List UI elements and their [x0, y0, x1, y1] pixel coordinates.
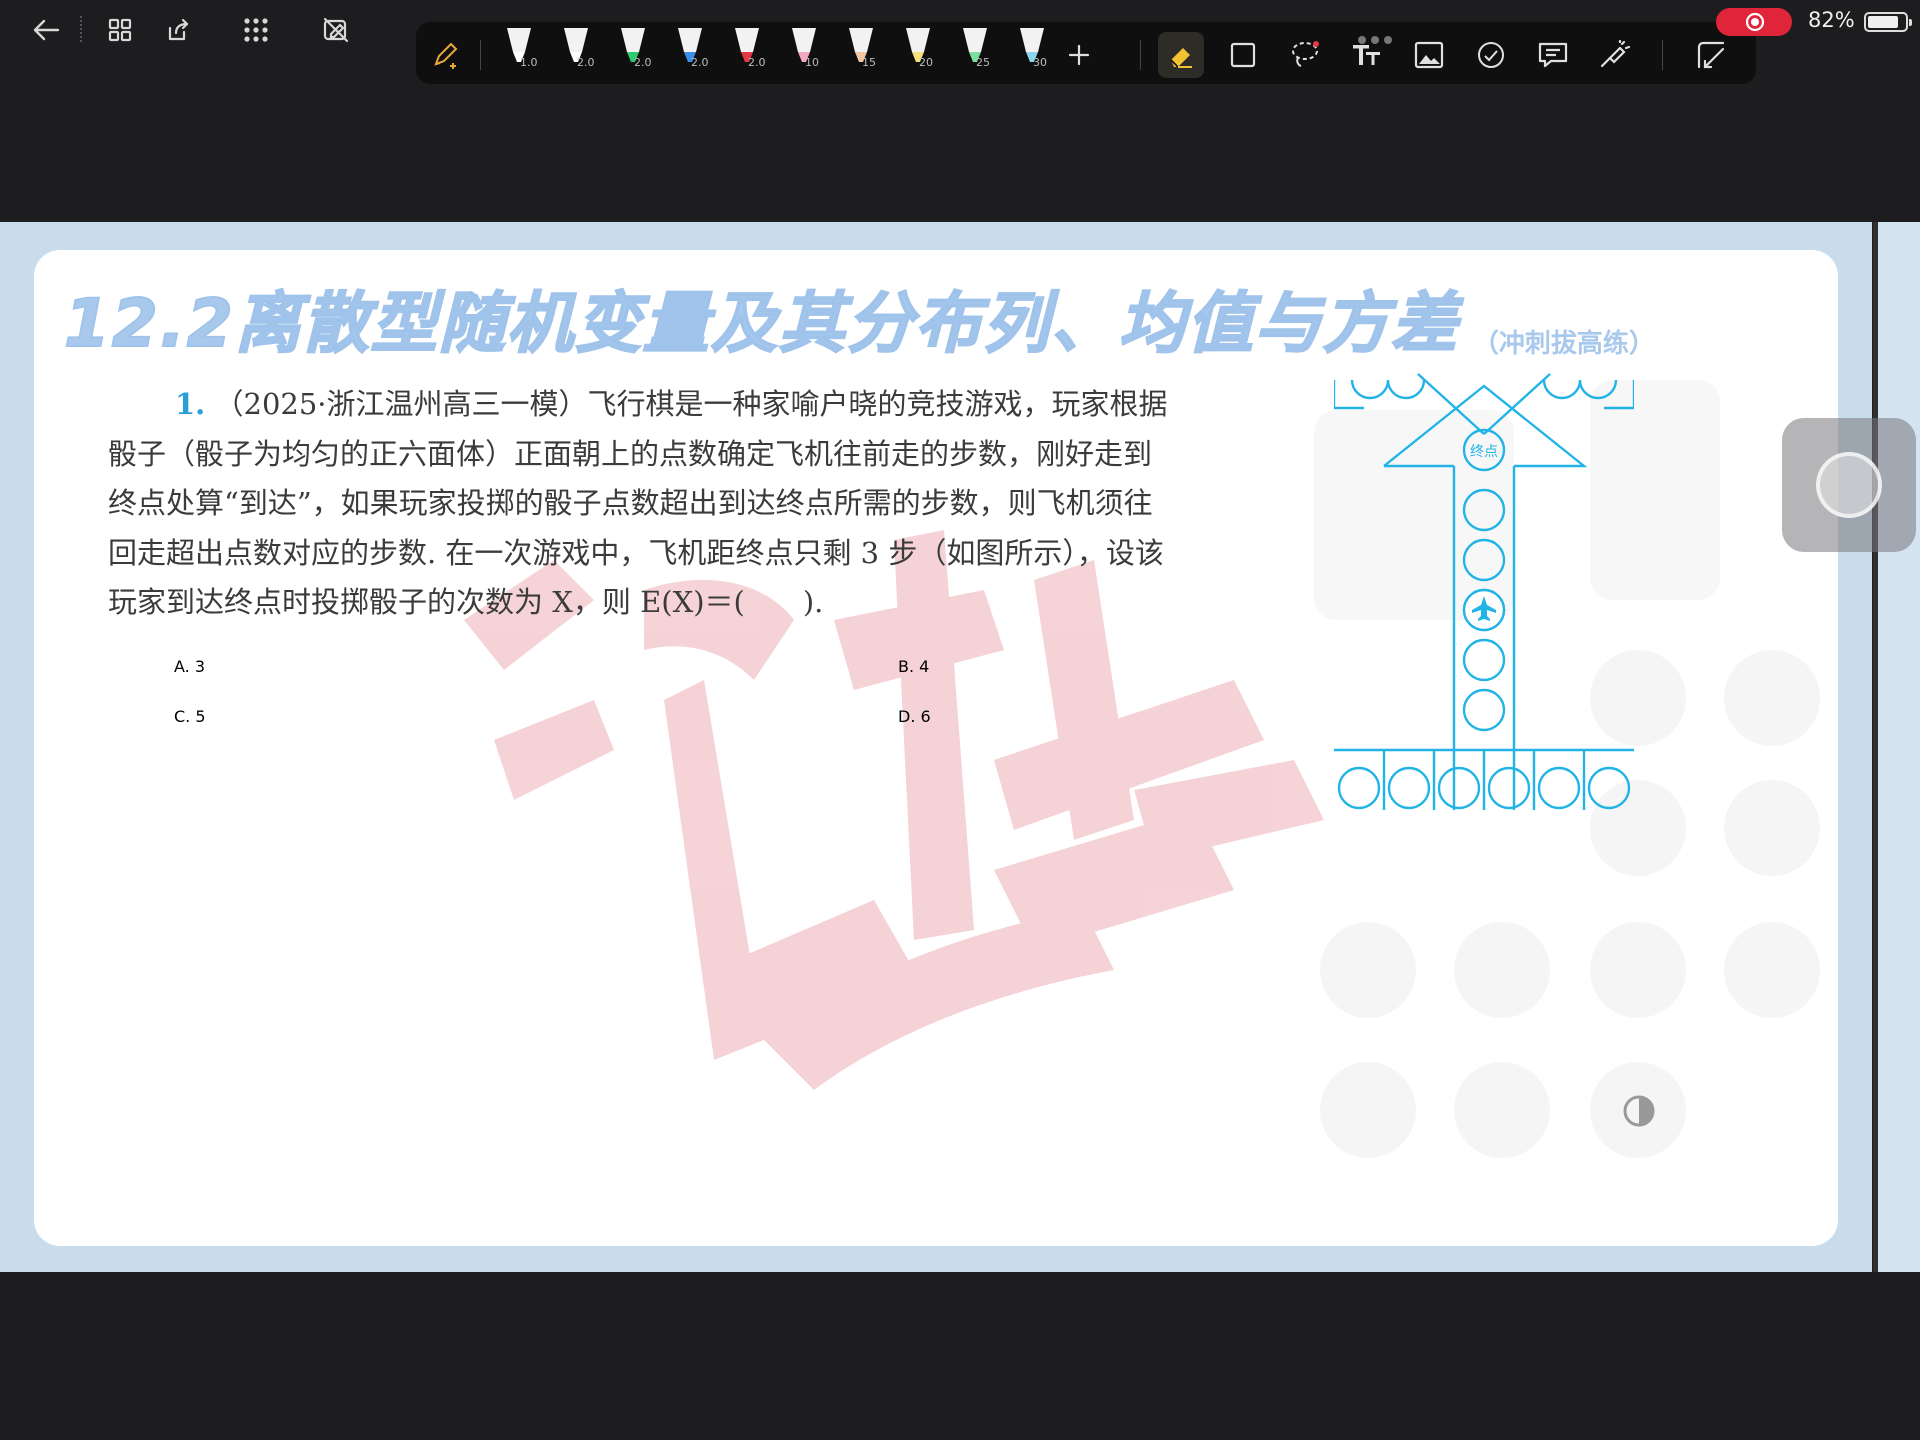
pen-tool-8[interactable]: 20 — [897, 26, 945, 82]
option-c[interactable]: C. 5 — [174, 707, 206, 726]
image-icon[interactable] — [1406, 32, 1452, 78]
option-d[interactable]: D. 6 — [898, 707, 931, 726]
pen-settings-icon[interactable] — [422, 32, 468, 78]
pen-tool-7[interactable]: 15 — [840, 26, 888, 82]
board-figure: 终点 — [1334, 373, 1634, 810]
option-b[interactable]: B. 4 — [898, 657, 929, 676]
shape-icon[interactable] — [1220, 32, 1266, 78]
record-icon — [1745, 12, 1765, 32]
pen-tool-10[interactable]: 30 — [1011, 26, 1059, 82]
battery-icon — [1864, 12, 1912, 32]
pen-size-label: 30 — [1033, 56, 1047, 69]
pen-tool-4[interactable]: 2.0 — [669, 26, 717, 82]
next-page-preview[interactable] — [1878, 222, 1920, 1272]
back-arrow-icon[interactable] — [26, 10, 66, 50]
question-line: 骰子（骰子为均匀的正六面体）正面朝上的点数确定飞机往前走的步数，刚好走到 — [108, 436, 1153, 471]
laser-pointer-icon[interactable] — [1592, 32, 1638, 78]
pen-tool-1[interactable]: 1.0 — [498, 26, 546, 82]
question-line: 1. （2025·浙江温州高三一模）飞行棋是一种家喻户晓的竞技游戏，玩家根据 — [175, 387, 1168, 421]
export-icon[interactable] — [158, 10, 198, 50]
pen-size-label: 2.0 — [691, 56, 709, 69]
screen-recording-indicator[interactable] — [1716, 8, 1792, 36]
pen-size-label: 15 — [862, 56, 876, 69]
pen-size-label: 10 — [805, 56, 819, 69]
option-a[interactable]: A. 3 — [174, 657, 205, 676]
toolbar-separator — [1140, 40, 1141, 70]
battery-percentage: 82% — [1808, 8, 1855, 32]
section-subtitle: （冲刺拔高练） — [1472, 329, 1655, 359]
question-line: 玩家到达终点时投掷骰子的次数为 X，则 E(X)＝( ). — [108, 585, 824, 619]
section-title: 12.2离散型随机变量及其分布列、均值与方差 — [63, 284, 1459, 363]
pen-tool-3[interactable]: 2.0 — [612, 26, 660, 82]
pen-size-label: 20 — [919, 56, 933, 69]
eraser-icon[interactable] — [1158, 32, 1204, 78]
end-point-label: 终点 — [1470, 444, 1498, 460]
pen-size-label: 1.0 — [520, 56, 538, 69]
text-icon[interactable] — [1344, 32, 1390, 78]
add-icon[interactable] — [1056, 32, 1102, 78]
toolbar-separator — [480, 40, 481, 70]
nav-separator — [80, 16, 82, 42]
pen-tool-6[interactable]: 10 — [783, 26, 831, 82]
sticker-icon[interactable] — [1468, 32, 1514, 78]
crop-icon[interactable] — [1688, 32, 1734, 78]
question-text: 1. （2025·浙江温州高三一模）飞行棋是一种家喻户晓的竞技游戏，玩家根据 骰… — [108, 380, 1308, 628]
pen-size-label: 2.0 — [577, 56, 595, 69]
dark-mode-icon — [1623, 1095, 1655, 1127]
pen-size-label: 2.0 — [748, 56, 766, 69]
lasso-icon[interactable] — [1282, 32, 1328, 78]
pen-tool-9[interactable]: 25 — [954, 26, 1002, 82]
apps-icon[interactable] — [236, 10, 276, 50]
pen-size-label: 25 — [976, 56, 990, 69]
assistive-touch-button[interactable] — [1782, 418, 1916, 552]
comment-icon[interactable] — [1530, 32, 1576, 78]
document-page[interactable]: 12.2离散型随机变量及其分布列、均值与方差 （冲刺拔高练） 1. （2025·浙… — [34, 250, 1838, 1246]
question-number: 1. — [175, 387, 206, 421]
pen-tool-2[interactable]: 2.0 — [555, 26, 603, 82]
pen-size-label: 2.0 — [634, 56, 652, 69]
pen-toolbar: 1.0 2.0 2.0 2.0 2.0 10 15 20 25 30 — [416, 22, 1756, 84]
document-page-area[interactable]: 12.2离散型随机变量及其分布列、均值与方差 （冲刺拔高练） 1. （2025·浙… — [0, 222, 1872, 1272]
no-edit-icon[interactable] — [316, 10, 356, 50]
question-line: 终点处算“到达”，如果玩家投掷的骰子点数超出到达终点所需的步数，则飞机须往 — [108, 486, 1153, 520]
question-line: 回走超出点数对应的步数. 在一次游戏中，飞机距终点只剩 3 步（如图所示），设该 — [108, 535, 1164, 570]
airplane-icon — [1462, 588, 1506, 632]
pen-tool-5[interactable]: 2.0 — [726, 26, 774, 82]
toolbar-separator — [1662, 40, 1663, 70]
grid-thumbnails-icon[interactable] — [100, 10, 140, 50]
section-heading: 12.2离散型随机变量及其分布列、均值与方差 （冲刺拔高练） — [63, 270, 1824, 363]
